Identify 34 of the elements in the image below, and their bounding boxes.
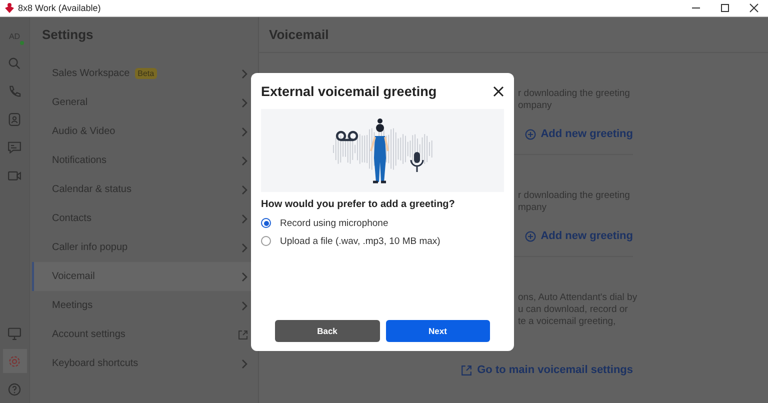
chevron-icon [241, 358, 248, 368]
chevron-icon [241, 126, 248, 136]
chevron-icon [241, 98, 248, 108]
external-link-icon [238, 330, 248, 340]
settings-icon[interactable] [2, 349, 26, 373]
radio-button[interactable] [261, 218, 271, 228]
chevron-icon [241, 156, 248, 166]
chevron-icon [241, 68, 248, 78]
next-button[interactable]: Next [386, 320, 490, 342]
dialog-title: External voicemail greeting [261, 84, 438, 98]
settings-link[interactable]: Go to main voicemail settings [461, 364, 633, 376]
chevron-icon [241, 300, 248, 310]
status-dot [20, 41, 24, 45]
radio-button[interactable] [261, 236, 271, 246]
option-label[interactable]: Record using microphone [280, 218, 388, 228]
option-label[interactable]: Upload a file (.wav, .mp3, 10 MB max) [280, 236, 440, 246]
app-logo-icon [5, 3, 14, 13]
chevron-icon [241, 184, 248, 194]
external-link-icon [461, 364, 472, 376]
back-button[interactable]: Back [275, 320, 380, 342]
chevron-icon [241, 214, 248, 224]
add-circle-icon [524, 230, 536, 242]
add-greeting-link[interactable]: Add new greeting [524, 128, 633, 140]
window-title: 8x8 Work (Available) [18, 3, 102, 13]
page-title: Voicemail [259, 17, 768, 53]
add-circle-icon [524, 128, 536, 140]
maximize-icon[interactable] [719, 2, 731, 14]
chevron-icon [241, 242, 248, 252]
chevron-icon [241, 272, 248, 282]
add-greeting-link[interactable]: Add new greeting [524, 230, 633, 242]
beta-badge: Beta [134, 68, 158, 79]
question-text: How would you prefer to add a greeting? [261, 199, 456, 210]
close-icon[interactable] [493, 86, 504, 96]
close-icon[interactable] [748, 2, 760, 14]
